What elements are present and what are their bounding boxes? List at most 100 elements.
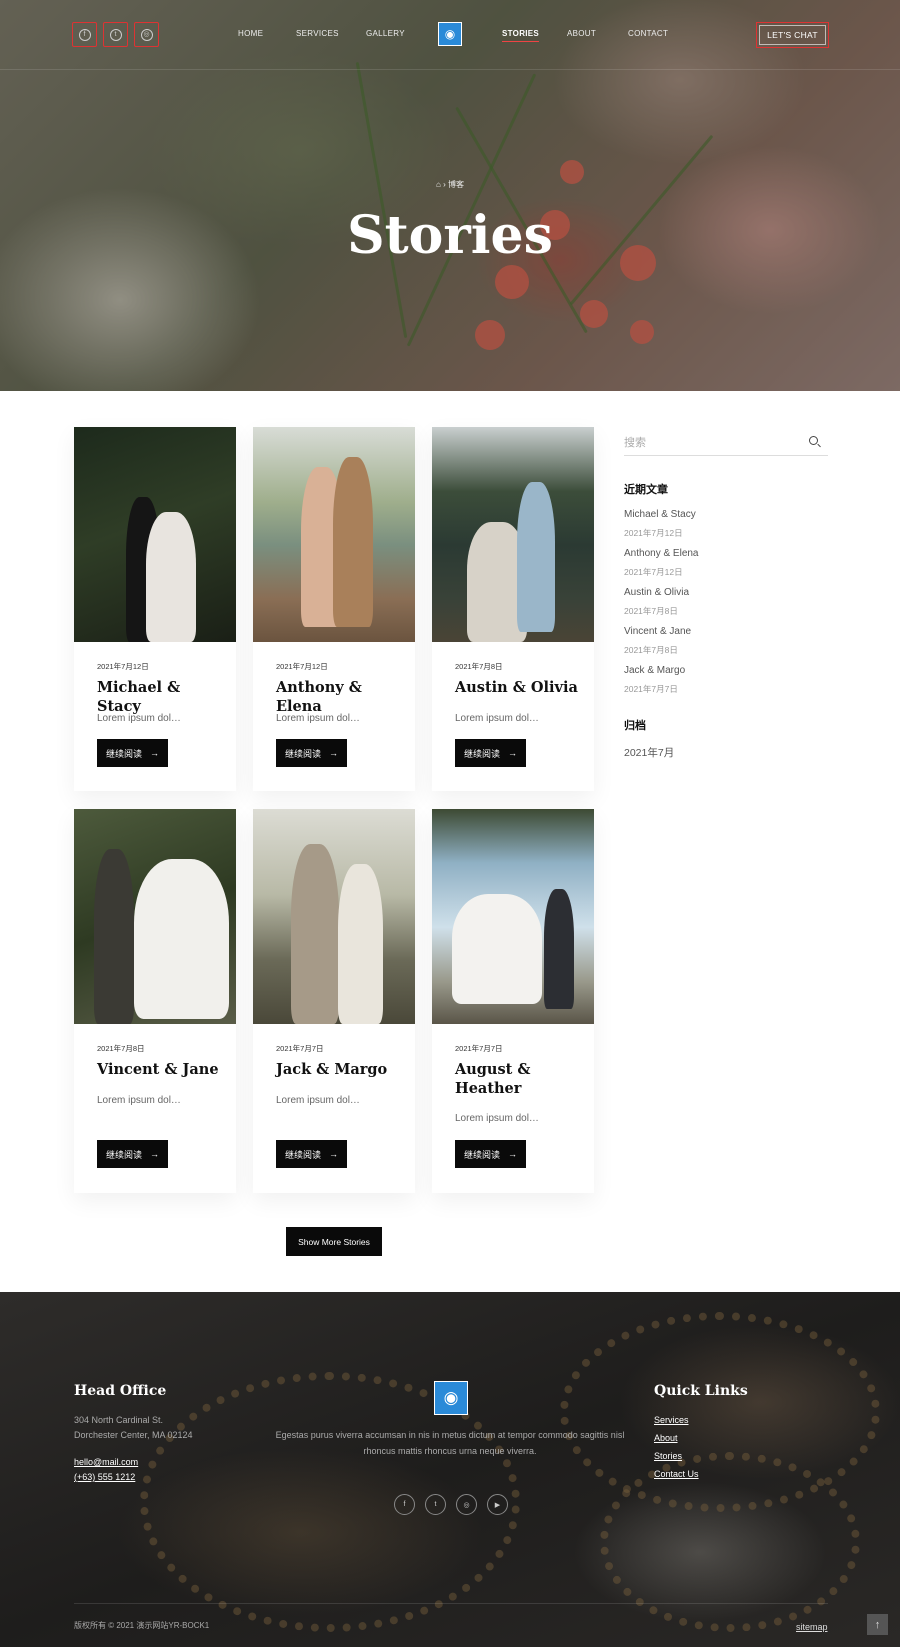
nav-link-contact[interactable]: CONTACT xyxy=(628,29,668,38)
arrow-right-icon: → xyxy=(508,1149,517,1159)
arrow-right-icon: → xyxy=(150,748,159,758)
nav-link-about[interactable]: ABOUT xyxy=(567,29,596,38)
email-link[interactable]: hello@mail.com xyxy=(74,1457,138,1467)
nav-link-gallery[interactable]: GALLERY xyxy=(366,29,405,38)
nav-facebook-button[interactable]: f xyxy=(72,22,97,47)
arrow-up-icon: ↑ xyxy=(874,1618,881,1631)
lets-chat-button[interactable]: LET'S CHAT xyxy=(756,22,829,48)
story-photo[interactable] xyxy=(74,809,236,1024)
story-card: 2021年7月12日 Anthony & Elena Lorem ipsum d… xyxy=(253,427,415,791)
search-input[interactable]: 搜索 xyxy=(624,434,646,450)
story-date: 2021年7月7日 xyxy=(276,1044,324,1053)
story-date: 2021年7月8日 xyxy=(455,662,503,671)
back-to-top-button[interactable]: ↑ xyxy=(867,1614,888,1635)
read-more-button[interactable]: 继续阅读 → xyxy=(97,1140,168,1168)
read-more-button[interactable]: 继续阅读 → xyxy=(276,1140,347,1168)
recent-post-date: 2021年7月8日 xyxy=(624,645,678,655)
recent-posts-heading: 近期文章 xyxy=(624,484,668,496)
story-excerpt: Lorem ipsum dol… xyxy=(276,1095,360,1106)
breadcrumb-current: 博客 xyxy=(447,180,464,189)
footer xyxy=(0,1292,900,1647)
footer-divider xyxy=(74,1603,828,1604)
story-photo[interactable] xyxy=(432,427,594,642)
story-photo[interactable] xyxy=(253,809,415,1024)
story-card: 2021年7月12日 Michael & Stacy Lorem ipsum d… xyxy=(74,427,236,791)
page-title: Stories xyxy=(347,205,553,266)
archives-heading: 归档 xyxy=(624,720,646,732)
recent-post-date: 2021年7月7日 xyxy=(624,684,678,694)
recent-post-link[interactable]: Vincent & Jane xyxy=(624,626,691,637)
story-excerpt: Lorem ipsum dol… xyxy=(455,1113,539,1124)
twitter-icon: t xyxy=(434,1501,437,1508)
search-box[interactable]: 搜索 xyxy=(624,430,828,456)
story-date: 2021年7月12日 xyxy=(97,662,149,671)
recent-post-link[interactable]: Jack & Margo xyxy=(624,665,685,676)
read-more-button[interactable]: 继续阅读 → xyxy=(455,739,526,767)
nav-link-home[interactable]: HOME xyxy=(238,29,263,38)
sitemap-link[interactable]: sitemap xyxy=(796,1622,828,1632)
story-title[interactable]: Anthony & Elena xyxy=(276,678,406,716)
phone-link[interactable]: (+63) 555 1212 xyxy=(74,1472,135,1482)
youtube-icon: ▶ xyxy=(494,1501,501,1509)
footer-facebook-button[interactable]: f xyxy=(394,1494,415,1515)
quick-link-services[interactable]: Services xyxy=(654,1415,689,1425)
nav-twitter-button[interactable]: t xyxy=(103,22,128,47)
read-more-button[interactable]: 继续阅读 → xyxy=(455,1140,526,1168)
recent-post-date: 2021年7月8日 xyxy=(624,606,678,616)
head-office-heading: Head Office xyxy=(74,1383,167,1399)
arrow-right-icon: → xyxy=(329,748,338,758)
story-title[interactable]: Vincent & Jane xyxy=(97,1060,227,1079)
home-icon[interactable]: ⌂ xyxy=(436,180,441,189)
footer-about-line-1: Egestas purus viverra accumsan in nis in… xyxy=(275,1430,625,1440)
quick-link-stories[interactable]: Stories xyxy=(654,1451,682,1461)
story-photo[interactable] xyxy=(432,809,594,1024)
story-title[interactable]: August & Heather xyxy=(455,1060,585,1098)
read-more-label: 继续阅读 xyxy=(463,1149,500,1160)
show-more-button[interactable]: Show More Stories xyxy=(286,1227,382,1256)
nav-link-services[interactable]: SERVICES xyxy=(296,29,339,38)
read-more-label: 继续阅读 xyxy=(105,748,142,759)
read-more-label: 继续阅读 xyxy=(463,748,500,759)
recent-post-link[interactable]: Anthony & Elena xyxy=(624,548,699,559)
footer-about-line-2: rhoncus mattis rhoncus urna neque viverr… xyxy=(363,1446,537,1456)
facebook-icon: f xyxy=(403,1501,406,1508)
site-logo[interactable]: ◉ xyxy=(438,22,462,46)
quick-link-about[interactable]: About xyxy=(654,1433,678,1443)
search-icon[interactable] xyxy=(809,436,818,445)
read-more-button[interactable]: 继续阅读 → xyxy=(276,739,347,767)
breadcrumb-separator: › xyxy=(443,180,446,189)
story-excerpt: Lorem ipsum dol… xyxy=(97,1095,181,1106)
quick-links-heading: Quick Links xyxy=(654,1383,748,1399)
twitter-icon: t xyxy=(109,28,122,41)
archive-link[interactable]: 2021年7月 xyxy=(624,745,674,760)
story-title[interactable]: Michael & Stacy xyxy=(97,678,227,716)
recent-post-link[interactable]: Austin & Olivia xyxy=(624,587,689,598)
globe-icon: ◉ xyxy=(444,27,456,41)
story-excerpt: Lorem ipsum dol… xyxy=(97,713,181,724)
story-card: 2021年7月7日 August & Heather Lorem ipsum d… xyxy=(432,809,594,1193)
story-card: 2021年7月8日 Vincent & Jane Lorem ipsum dol… xyxy=(74,809,236,1193)
nav-instagram-button[interactable]: ◎ xyxy=(134,22,159,47)
address-line-2: Dorchester Center, MA 02124 xyxy=(74,1430,193,1440)
arrow-right-icon: → xyxy=(150,1149,159,1159)
story-date: 2021年7月7日 xyxy=(455,1044,503,1053)
quick-link-contact[interactable]: Contact Us xyxy=(654,1469,699,1479)
read-more-button[interactable]: 继续阅读 → xyxy=(97,739,168,767)
read-more-label: 继续阅读 xyxy=(284,748,321,759)
story-photo[interactable] xyxy=(74,427,236,642)
footer-logo[interactable]: ◉ xyxy=(434,1381,468,1415)
footer-instagram-button[interactable]: ◎ xyxy=(456,1494,477,1515)
footer-twitter-button[interactable]: t xyxy=(425,1494,446,1515)
story-title[interactable]: Jack & Margo xyxy=(276,1060,406,1079)
arrow-right-icon: → xyxy=(508,748,517,758)
story-excerpt: Lorem ipsum dol… xyxy=(455,713,539,724)
footer-youtube-button[interactable]: ▶ xyxy=(487,1494,508,1515)
recent-post-date: 2021年7月12日 xyxy=(624,528,683,538)
recent-post-date: 2021年7月12日 xyxy=(624,567,683,577)
read-more-label: 继续阅读 xyxy=(105,1149,142,1160)
story-photo[interactable] xyxy=(253,427,415,642)
nav-link-stories[interactable]: STORIES xyxy=(502,29,540,42)
story-card: 2021年7月7日 Jack & Margo Lorem ipsum dol… … xyxy=(253,809,415,1193)
story-title[interactable]: Austin & Olivia xyxy=(455,678,585,697)
recent-post-link[interactable]: Michael & Stacy xyxy=(624,509,696,520)
